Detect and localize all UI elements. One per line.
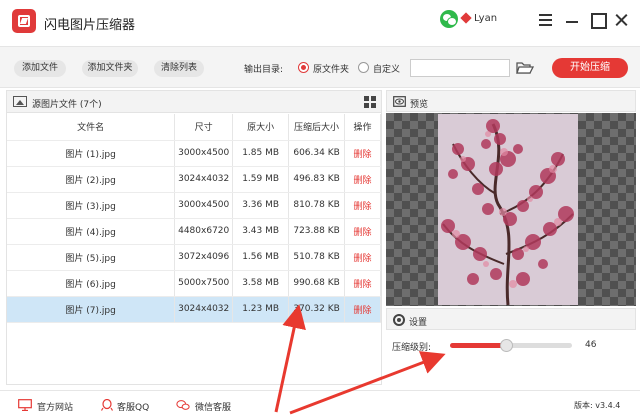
dimensions-cell: 3024x4032 [174, 166, 234, 193]
table-header-row: 文件名 尺寸 原大小 压缩后大小 操作 [7, 114, 381, 141]
column-header-action: 操作 [344, 114, 381, 141]
original-size-cell: 3.58 MB [232, 270, 290, 297]
wechat-icon[interactable] [440, 10, 458, 28]
folder-icon[interactable] [516, 61, 534, 74]
original-size-cell: 1.23 MB [232, 296, 290, 323]
table-row[interactable]: 图片 (3).jpg 3000x4500 3.36 MB 810.78 KB 删… [7, 192, 381, 219]
preview-canvas [386, 113, 636, 306]
delete-link[interactable]: 删除 [344, 192, 381, 219]
dimensions-cell: 5000x7500 [174, 270, 234, 297]
username[interactable]: Lyan [474, 13, 497, 24]
output-dir-label: 输出目录: [244, 65, 284, 75]
maximize-button[interactable] [590, 12, 607, 29]
compressed-size-cell: 723.88 KB [288, 218, 346, 245]
preview-header: 预览 [386, 90, 636, 112]
table-row[interactable]: 图片 (6).jpg 5000x7500 3.58 MB 990.68 KB 删… [7, 270, 381, 297]
monitor-icon[interactable] [18, 399, 32, 411]
file-list-header: 源图片文件 (7个) [7, 91, 381, 113]
gear-icon [393, 314, 405, 326]
vip-diamond-icon [460, 12, 472, 24]
file-list-panel: 源图片文件 (7个) 文件名 尺寸 原大小 压缩后大小 操作 图片 (1).jp… [6, 90, 382, 385]
wechat-icon[interactable] [176, 399, 190, 411]
compressed-size-cell: 606.34 KB [288, 140, 346, 167]
compression-level-slider[interactable] [450, 339, 572, 352]
slider-fill [450, 343, 506, 348]
settings-header: 设置 [386, 308, 636, 330]
eye-icon [393, 96, 406, 107]
column-header-compressed-size[interactable]: 压缩后大小 [288, 114, 346, 141]
version-label: 版本: v3.4.4 [574, 401, 621, 410]
dimensions-cell: 3000x4500 [174, 192, 234, 219]
toolbar: 添加文件 添加文件夹 清除列表 输出目录: 原文件夹 自定义 开始压缩 [0, 46, 640, 88]
grid-view-icon[interactable] [364, 96, 376, 108]
radio-custom-label[interactable]: 自定义 [373, 62, 400, 75]
original-size-cell: 3.43 MB [232, 218, 290, 245]
clear-list-button[interactable]: 清除列表 [154, 60, 204, 77]
table-row[interactable]: 图片 (1).jpg 3000x4500 1.85 MB 606.34 KB 删… [7, 140, 381, 167]
close-button[interactable] [614, 12, 630, 28]
compression-level-label: 压缩级别: [392, 343, 432, 353]
footer: 官方网站 客服QQ 微信客服 版本: v3.4.4 [0, 390, 640, 420]
lightning-logo-icon [12, 9, 36, 33]
dimensions-cell: 4480x6720 [174, 218, 234, 245]
original-size-cell: 3.36 MB [232, 192, 290, 219]
menu-icon [539, 14, 552, 16]
column-header-dimensions[interactable]: 尺寸 [174, 114, 234, 141]
title-bar: 闪电图片压缩器 Lyan [0, 0, 640, 42]
file-table: 文件名 尺寸 原大小 压缩后大小 操作 图片 (1).jpg 3000x4500… [7, 114, 381, 323]
wechat-service-link[interactable]: 微信客服 [195, 400, 231, 413]
dimensions-cell: 3072x4096 [174, 244, 234, 271]
settings-title: 设置 [409, 318, 428, 328]
file-name-cell: 图片 (5).jpg [7, 244, 176, 271]
file-name-cell: 图片 (6).jpg [7, 270, 176, 297]
qq-service-link[interactable]: 客服QQ [117, 400, 149, 413]
website-link[interactable]: 官方网站 [37, 400, 73, 413]
delete-link[interactable]: 删除 [344, 140, 381, 167]
radio-original-folder[interactable] [298, 62, 309, 73]
start-compress-button[interactable]: 开始压缩 [552, 58, 628, 78]
preview-title: 预览 [410, 100, 429, 110]
app-title: 闪电图片压缩器 [44, 18, 136, 33]
delete-link[interactable]: 删除 [344, 218, 381, 245]
menu-button[interactable] [538, 12, 554, 28]
slider-thumb[interactable] [500, 339, 513, 352]
compressed-size-cell: 990.68 KB [288, 270, 346, 297]
file-name-cell: 图片 (7).jpg [7, 296, 176, 323]
add-folder-button[interactable]: 添加文件夹 [82, 60, 138, 77]
delete-link[interactable]: 删除 [344, 166, 381, 193]
compression-level-value: 46 [585, 340, 597, 350]
output-path-input[interactable] [410, 59, 510, 77]
delete-link[interactable]: 删除 [344, 296, 381, 323]
file-name-cell: 图片 (4).jpg [7, 218, 176, 245]
delete-link[interactable]: 删除 [344, 244, 381, 271]
dimensions-cell: 3000x4500 [174, 140, 234, 167]
cherry-blossom-photo [438, 114, 578, 305]
compressed-size-cell: 370.32 KB [288, 296, 346, 323]
compressed-size-cell: 810.78 KB [288, 192, 346, 219]
original-size-cell: 1.56 MB [232, 244, 290, 271]
file-list-title: 源图片文件 (7个) [32, 100, 102, 110]
column-header-original-size[interactable]: 原大小 [232, 114, 290, 141]
preview-image [438, 114, 578, 305]
radio-custom[interactable] [358, 62, 369, 73]
radio-original-label[interactable]: 原文件夹 [313, 62, 349, 75]
column-header-filename[interactable]: 文件名 [7, 114, 176, 141]
qq-icon[interactable] [100, 399, 114, 411]
table-row-selected[interactable]: 图片 (7).jpg 3024x4032 1.23 MB 370.32 KB 删… [7, 296, 381, 323]
delete-link[interactable]: 删除 [344, 270, 381, 297]
add-file-button[interactable]: 添加文件 [14, 60, 66, 77]
file-name-cell: 图片 (3).jpg [7, 192, 176, 219]
table-row[interactable]: 图片 (5).jpg 3072x4096 1.56 MB 510.78 KB 删… [7, 244, 381, 271]
compressed-size-cell: 510.78 KB [288, 244, 346, 271]
compressed-size-cell: 496.83 KB [288, 166, 346, 193]
table-row[interactable]: 图片 (4).jpg 4480x6720 3.43 MB 723.88 KB 删… [7, 218, 381, 245]
dimensions-cell: 3024x4032 [174, 296, 234, 323]
original-size-cell: 1.85 MB [232, 140, 290, 167]
image-icon [13, 96, 27, 107]
file-name-cell: 图片 (2).jpg [7, 166, 176, 193]
file-name-cell: 图片 (1).jpg [7, 140, 176, 167]
table-row[interactable]: 图片 (2).jpg 3024x4032 1.59 MB 496.83 KB 删… [7, 166, 381, 193]
original-size-cell: 1.59 MB [232, 166, 290, 193]
minimize-button[interactable] [565, 12, 581, 28]
